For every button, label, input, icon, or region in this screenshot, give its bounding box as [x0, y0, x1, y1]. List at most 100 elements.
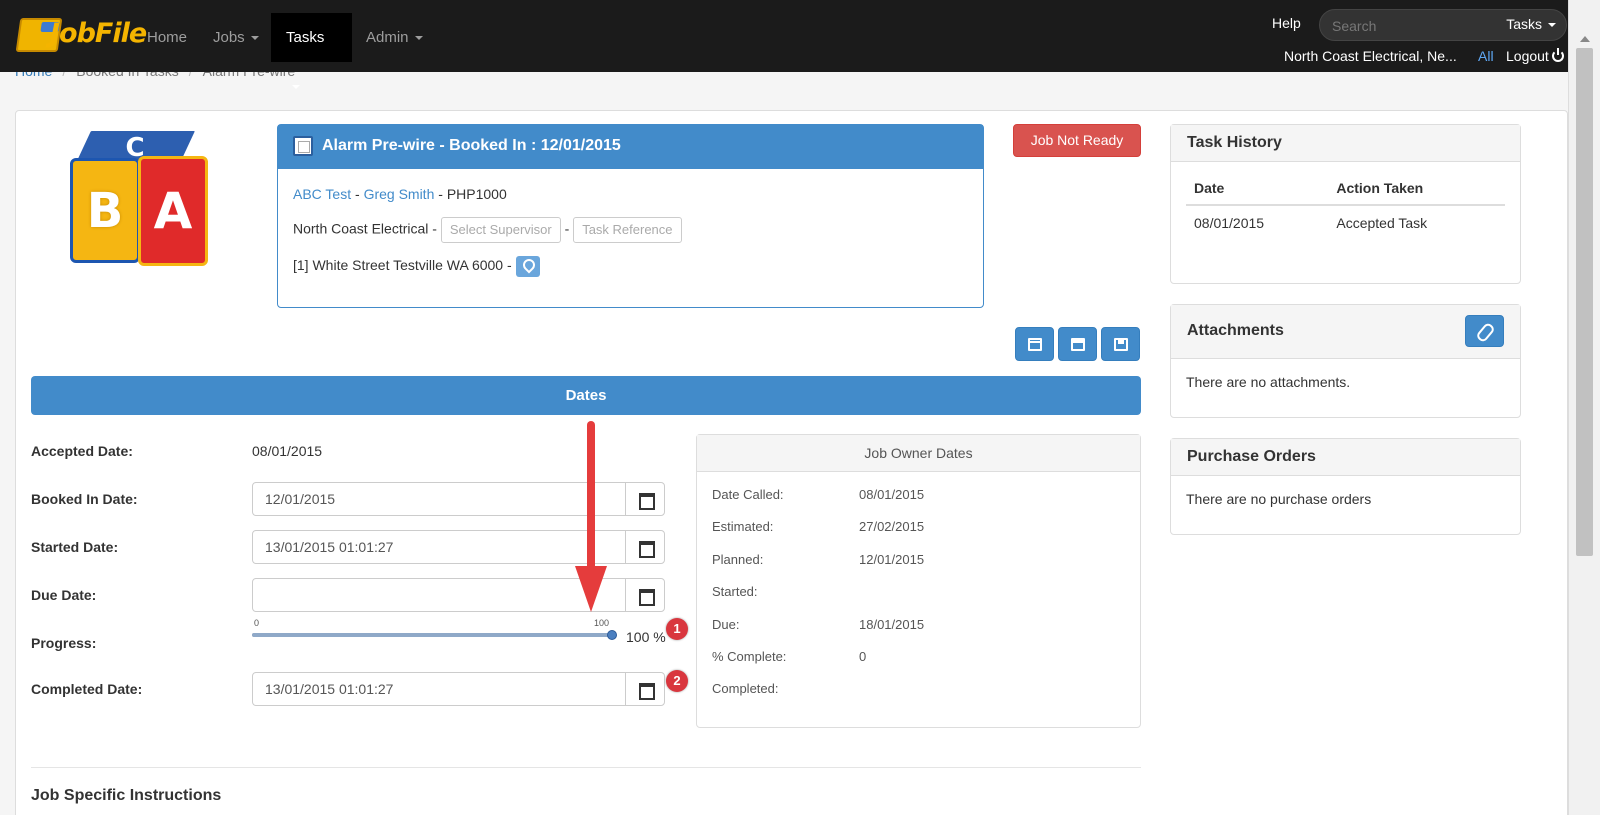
owner-date-value: 08/01/2015	[859, 487, 925, 502]
job-specific-instructions-heading: Job Specific Instructions	[31, 787, 222, 804]
task-history-title: Task History	[1171, 125, 1520, 162]
top-navbar: JobFile Home Jobs Tasks Admin Help Tasks…	[0, 0, 1568, 90]
company-name: North Coast Electrical	[293, 220, 429, 237]
calendar-button[interactable]	[1015, 327, 1054, 361]
caret-down-icon	[414, 36, 423, 41]
logout-link[interactable]: Logout	[1506, 48, 1564, 64]
due-date-label: Due Date:	[31, 587, 97, 603]
attachments-panel: Attachments There are no attachments.	[1170, 304, 1521, 418]
search-scope-dropdown[interactable]: Tasks	[1506, 16, 1556, 32]
progress-label: Progress:	[31, 635, 97, 651]
dates-section-header[interactable]: Dates	[31, 376, 1141, 415]
address-line: [1] White Street Testville WA 6000 -	[293, 256, 540, 277]
caret-down-icon	[1548, 23, 1556, 28]
started-date-field[interactable]: 13/01/2015 01:01:27	[252, 530, 665, 564]
owner-date-label: % Complete:	[712, 649, 787, 664]
slider-min-tick: 0	[254, 618, 260, 628]
task-code: PHP1000	[446, 186, 507, 202]
page-scrollbar[interactable]	[1568, 0, 1600, 815]
owner-date-label: Started:	[712, 584, 758, 599]
progress-slider[interactable]: 0 100	[252, 618, 617, 642]
caret-down-icon	[292, 85, 300, 90]
company-line: North Coast Electrical - Select Supervis…	[293, 217, 682, 243]
owner-date-label: Completed:	[712, 681, 779, 696]
owner-date-value: 18/01/2015	[859, 617, 925, 632]
job-owner-dates-panel: Job Owner Dates Date Called: 08/01/2015 …	[696, 434, 1141, 728]
completed-date-field[interactable]: 13/01/2015 01:01:27	[252, 672, 665, 706]
owner-date-label: Estimated:	[712, 519, 774, 534]
owner-date-value: 0	[859, 649, 867, 664]
table-row: 08/01/2015 Accepted Task	[1186, 205, 1505, 240]
purchase-orders-panel: Purchase Orders There are no purchase or…	[1170, 438, 1521, 535]
booked-in-date-field[interactable]: 12/01/2015	[252, 482, 665, 516]
address-text: [1] White Street Testville WA 6000	[293, 257, 504, 274]
calendar-icon[interactable]	[625, 579, 664, 611]
add-attachment-button[interactable]	[1465, 315, 1504, 347]
nav-home[interactable]: Home	[132, 13, 202, 62]
save-icon	[1114, 338, 1128, 351]
annotation-marker-1: 1	[666, 618, 688, 640]
task-title: Alarm Pre-wire - Booked In : 12/01/2015	[278, 125, 983, 169]
supervisor-select[interactable]: Select Supervisor	[440, 217, 561, 243]
slider-fill	[252, 633, 612, 637]
job-owner-dates-title: Job Owner Dates	[697, 435, 1140, 472]
search-input[interactable]	[1332, 16, 1482, 36]
owner-date-value: 27/02/2015	[859, 519, 925, 534]
started-date-label: Started Date:	[31, 539, 119, 555]
scroll-thumb[interactable]	[1576, 48, 1593, 556]
task-history-panel: Task History Date Action Taken 08/01/201…	[1170, 124, 1521, 284]
client-line: ABC Test - Greg Smith - PHP1000	[293, 186, 507, 202]
completed-date-label: Completed Date:	[31, 681, 143, 697]
nav-admin[interactable]: Admin	[351, 13, 438, 62]
attachments-header: Attachments	[1171, 305, 1520, 359]
calendar-icon[interactable]	[625, 483, 664, 515]
booked-in-date-label: Booked In Date:	[31, 491, 138, 507]
accepted-date-label: Accepted Date:	[31, 443, 133, 459]
task-icon	[293, 136, 313, 156]
help-link[interactable]: Help	[1272, 15, 1301, 31]
progress-percent: 100 %	[626, 629, 666, 645]
task-history-table: Date Action Taken 08/01/2015 Accepted Ta…	[1186, 172, 1505, 240]
task-reference-field[interactable]: Task Reference	[573, 217, 682, 243]
print-button[interactable]	[1058, 327, 1097, 361]
slider-handle[interactable]	[607, 630, 617, 640]
column-header-action: Action Taken	[1328, 172, 1505, 206]
slider-max-tick: 100	[594, 618, 610, 628]
calendar-icon[interactable]	[625, 531, 664, 563]
accepted-date-value: 08/01/2015	[252, 443, 323, 459]
client-logo-abc-blocks: C B A	[66, 126, 216, 276]
save-button[interactable]	[1101, 327, 1140, 361]
scroll-up-arrow-icon[interactable]	[1580, 36, 1590, 42]
jobfile-logo[interactable]: JobFile	[14, 10, 147, 56]
purchase-orders-empty-text: There are no purchase orders	[1186, 491, 1372, 507]
owner-date-label: Planned:	[712, 552, 764, 567]
calendar-icon[interactable]	[625, 673, 664, 705]
caret-down-icon	[250, 36, 259, 41]
owner-date-label: Due:	[712, 617, 740, 632]
calendar-icon	[1028, 338, 1042, 351]
history-action: Accepted Task	[1336, 215, 1428, 231]
contact-link[interactable]: Greg Smith	[364, 186, 435, 202]
company-selector[interactable]: North Coast Electrical, Ne...	[1284, 48, 1457, 64]
nav-jobs[interactable]: Jobs	[198, 13, 274, 62]
annotation-marker-2: 2	[666, 670, 688, 692]
all-link[interactable]: All	[1478, 48, 1494, 64]
history-date: 08/01/2015	[1194, 215, 1265, 231]
task-summary-card: Alarm Pre-wire - Booked In : 12/01/2015 …	[277, 124, 984, 308]
column-header-date: Date	[1186, 172, 1329, 206]
annotation-arrow-head	[575, 566, 607, 612]
nav-tasks[interactable]: Tasks	[271, 13, 352, 90]
attachments-title: Attachments	[1187, 322, 1284, 339]
purchase-orders-title: Purchase Orders	[1171, 439, 1520, 476]
search-box: Tasks	[1319, 9, 1567, 41]
job-not-ready-button[interactable]: Job Not Ready	[1013, 124, 1141, 157]
client-link[interactable]: ABC Test	[293, 186, 351, 202]
section-divider	[31, 767, 1141, 768]
map-marker-button[interactable]	[515, 256, 540, 277]
attachments-empty-text: There are no attachments.	[1186, 374, 1351, 390]
power-icon	[1551, 48, 1564, 62]
owner-date-label: Date Called:	[712, 487, 784, 502]
print-icon	[1071, 338, 1085, 351]
annotation-arrow	[587, 421, 595, 571]
owner-date-value: 12/01/2015	[859, 552, 925, 567]
